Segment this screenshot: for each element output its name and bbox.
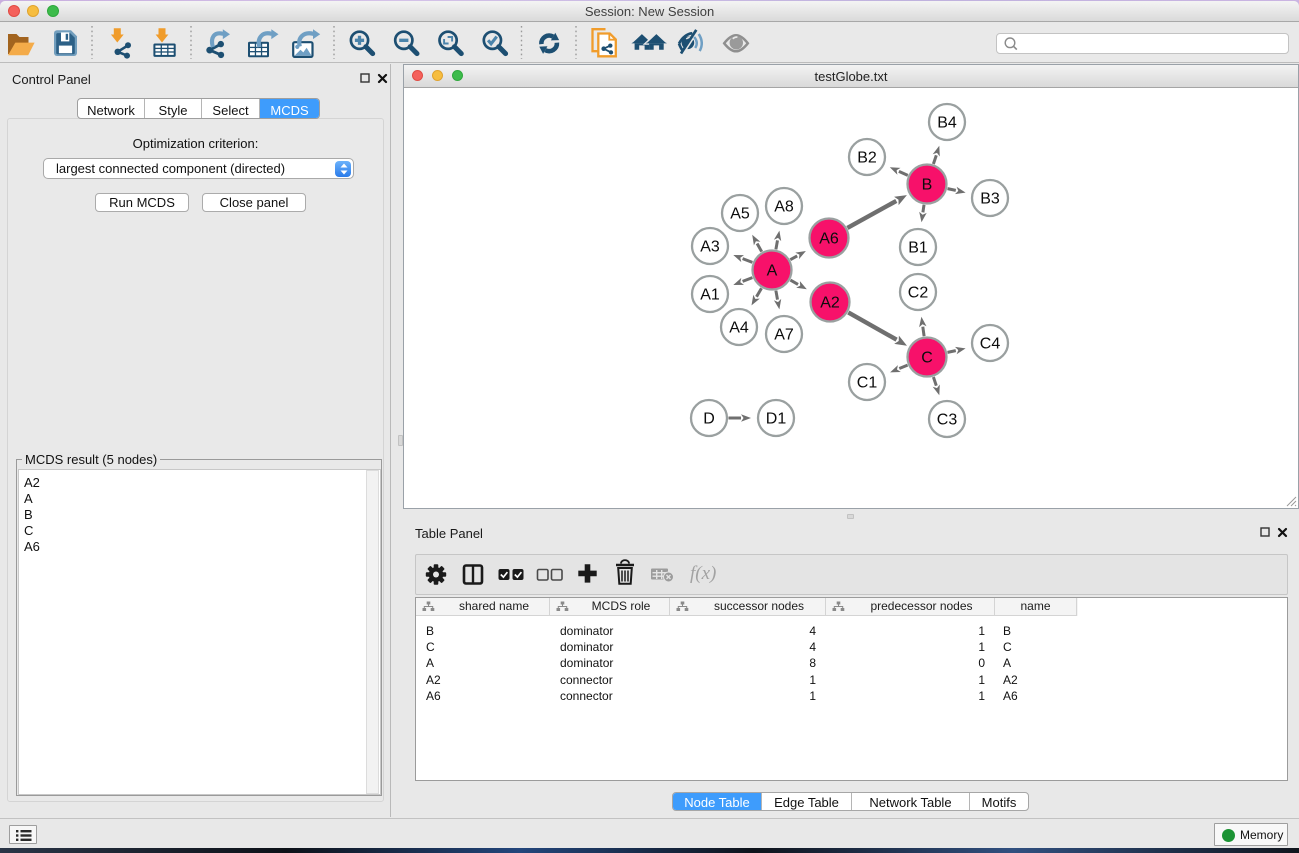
svg-text:A3: A3 [700, 239, 720, 256]
svg-text:C4: C4 [980, 336, 1001, 353]
svg-text:C1: C1 [857, 375, 878, 392]
svg-text:A: A [767, 263, 778, 280]
svg-text:A8: A8 [774, 199, 794, 216]
svg-text:B4: B4 [937, 115, 957, 132]
svg-text:C2: C2 [908, 285, 929, 302]
svg-text:B: B [922, 177, 933, 194]
svg-text:A5: A5 [730, 206, 750, 223]
svg-text:B2: B2 [857, 150, 877, 167]
svg-text:A7: A7 [774, 327, 794, 344]
svg-text:B3: B3 [980, 191, 1000, 208]
svg-text:A2: A2 [820, 295, 840, 312]
svg-text:C3: C3 [937, 412, 958, 429]
svg-text:D1: D1 [766, 411, 787, 428]
svg-text:D: D [703, 411, 715, 428]
svg-text:C: C [921, 350, 933, 367]
svg-text:B1: B1 [908, 240, 928, 257]
svg-text:A4: A4 [729, 320, 749, 337]
svg-text:A1: A1 [700, 287, 720, 304]
svg-text:A6: A6 [819, 231, 839, 248]
